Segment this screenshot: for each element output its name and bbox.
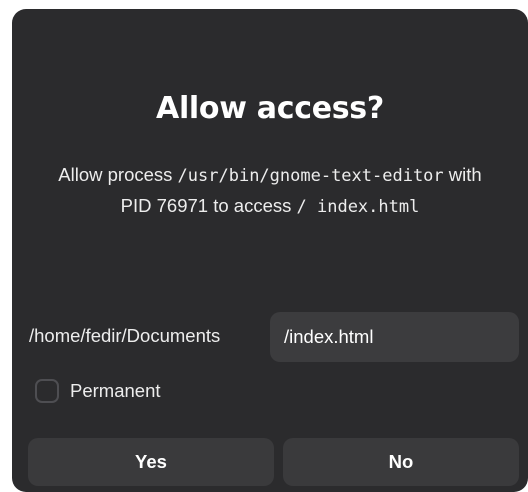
dialog-message: Allow process /usr/bin/gnome-text-editor… xyxy=(42,160,498,222)
target-path: / index.html xyxy=(296,197,420,217)
message-text-1: Allow process xyxy=(58,164,178,185)
process-path: /usr/bin/gnome-text-editor xyxy=(177,166,444,186)
file-name-field[interactable]: /index.html xyxy=(270,312,519,362)
path-row: /home/fedir/Documents /index.html xyxy=(12,312,528,362)
permanent-checkbox[interactable] xyxy=(35,379,59,403)
dialog-title: Allow access? xyxy=(156,91,384,126)
no-button[interactable]: No xyxy=(283,438,519,486)
permanent-label[interactable]: Permanent xyxy=(70,380,161,402)
access-dialog: Allow access? Allow process /usr/bin/gno… xyxy=(12,9,528,492)
yes-button[interactable]: Yes xyxy=(28,438,274,486)
directory-label: /home/fedir/Documents xyxy=(29,325,221,346)
